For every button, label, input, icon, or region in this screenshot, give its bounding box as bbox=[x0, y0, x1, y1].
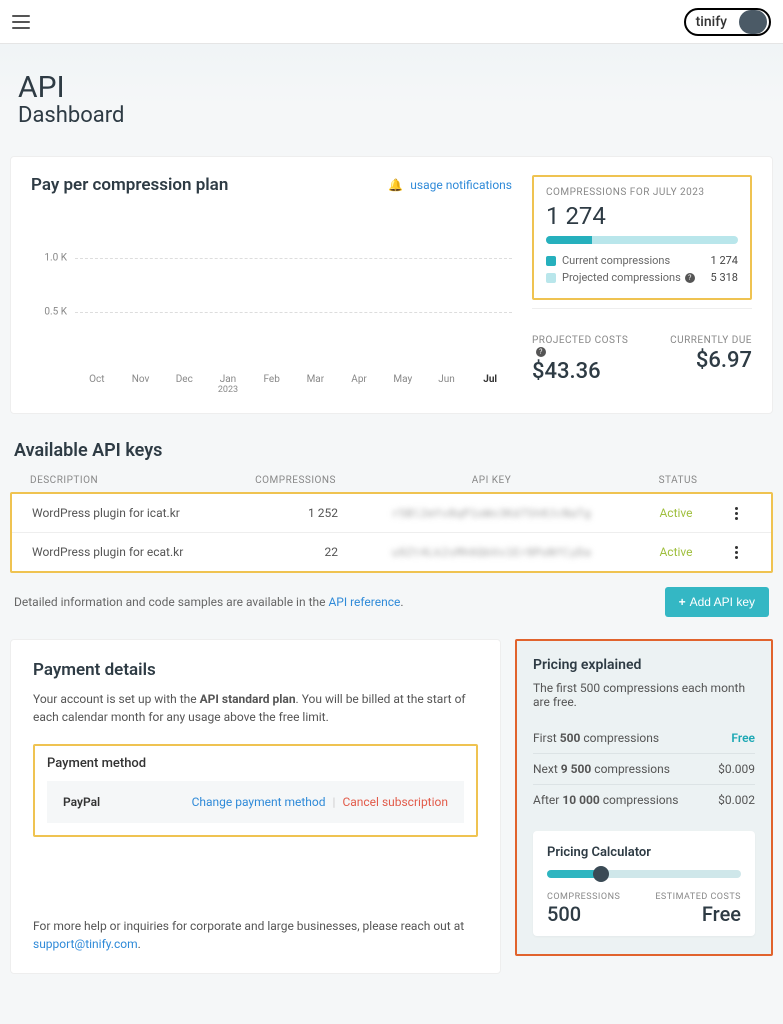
pricing-calculator: Pricing Calculator COMPRESSIONS 500 ESTI… bbox=[533, 831, 755, 936]
info-icon[interactable]: ? bbox=[536, 347, 546, 357]
plus-icon: + bbox=[679, 595, 686, 609]
x-tick-label: Feb bbox=[250, 374, 294, 395]
legend-current: Current compressions 1 274 bbox=[546, 254, 738, 267]
pricing-tier-row: First 500 compressionsFree bbox=[533, 723, 755, 754]
currently-due-label: CURRENTLY DUE bbox=[652, 335, 752, 346]
pricing-tier-row: Next 9 500 compressions$0.009 bbox=[533, 754, 755, 785]
key-value[interactable]: u9Zt4Lk2sMh6QbVx1Er8PoNfCyDa bbox=[352, 546, 631, 559]
x-tick-label: Oct bbox=[75, 374, 119, 395]
legend-projected-value: 5 318 bbox=[711, 271, 738, 284]
col-status: STATUS bbox=[633, 475, 723, 486]
costs-row: PROJECTED COSTS ? $43.36 CURRENTLY DUE $… bbox=[532, 335, 752, 384]
key-value[interactable]: r5Bl2mYv8qP1oWx3Kd7Sh0JcNaTg bbox=[352, 507, 631, 520]
page-subtitle: Dashboard bbox=[18, 103, 765, 128]
brand-label: tinify bbox=[686, 14, 737, 30]
legend-projected: Projected compressions ? 5 318 bbox=[546, 271, 738, 284]
cancel-subscription-link[interactable]: Cancel subscription bbox=[342, 795, 448, 809]
key-compressions: 1 252 bbox=[252, 506, 352, 520]
payment-details-title: Payment details bbox=[33, 660, 478, 680]
payment-method-name: PayPal bbox=[63, 795, 100, 809]
legend-projected-label: Projected compressions bbox=[562, 271, 681, 284]
x-tick-label: Jun bbox=[425, 374, 469, 395]
legend-current-label: Current compressions bbox=[562, 254, 670, 267]
legend-current-value: 1 274 bbox=[711, 254, 738, 267]
change-payment-method-link[interactable]: Change payment method bbox=[192, 795, 326, 809]
col-description: DESCRIPTION bbox=[30, 475, 250, 486]
info-icon[interactable]: ? bbox=[685, 273, 695, 283]
pricing-tier-row: After 10 000 compressions$0.002 bbox=[533, 785, 755, 815]
compressions-progress bbox=[546, 236, 738, 244]
x-tick-label: Apr bbox=[337, 374, 381, 395]
api-reference-link[interactable]: API reference bbox=[328, 595, 400, 609]
payment-method-title: Payment method bbox=[47, 756, 464, 771]
payment-method-box: Payment method PayPal Change payment met… bbox=[33, 744, 478, 837]
pricing-calculator-title: Pricing Calculator bbox=[547, 845, 741, 860]
col-compressions: COMPRESSIONS bbox=[250, 475, 350, 486]
y-tick-label: 0.5 K bbox=[44, 307, 67, 318]
brand-badge[interactable]: tinify bbox=[684, 8, 771, 36]
kebab-menu-icon[interactable] bbox=[721, 507, 751, 520]
usage-notifications-label: usage notifications bbox=[410, 178, 512, 192]
brand-toggle-knob bbox=[739, 10, 767, 34]
col-apikey: API KEY bbox=[350, 475, 633, 486]
bell-icon: 🔔 bbox=[388, 178, 403, 192]
support-note: For more help or inquiries for corporate… bbox=[33, 917, 478, 953]
hamburger-menu-icon[interactable] bbox=[12, 15, 30, 29]
slider-thumb[interactable] bbox=[593, 866, 609, 882]
y-tick-label: 1.0 K bbox=[44, 252, 67, 263]
x-tick-label: May bbox=[381, 374, 425, 395]
legend-swatch-projected bbox=[546, 273, 556, 283]
topbar: tinify bbox=[0, 0, 783, 44]
projected-costs-value: $43.36 bbox=[532, 359, 632, 384]
x-tick-label: Mar bbox=[294, 374, 338, 395]
kebab-menu-icon[interactable] bbox=[721, 546, 751, 559]
pricing-explained-panel: Pricing explained The first 500 compress… bbox=[515, 639, 773, 956]
add-api-key-button[interactable]: +Add API key bbox=[665, 587, 769, 617]
compressions-caption: COMPRESSIONS FOR JULY 2023 bbox=[546, 187, 738, 198]
key-status: Active bbox=[631, 545, 721, 559]
key-status: Active bbox=[631, 506, 721, 520]
x-tick-label: Nov bbox=[119, 374, 163, 395]
api-keys-title: Available API keys bbox=[14, 440, 769, 461]
api-key-row: WordPress plugin for icat.kr1 252r5Bl2mY… bbox=[12, 494, 771, 532]
calc-compressions-value: 500 bbox=[547, 902, 620, 926]
legend-swatch-current bbox=[546, 256, 556, 266]
plan-panel: Pay per compression plan 🔔 usage notific… bbox=[10, 156, 773, 414]
calc-compressions-label: COMPRESSIONS bbox=[547, 892, 620, 902]
usage-notifications-link[interactable]: 🔔 usage notifications bbox=[388, 178, 512, 192]
usage-chart: 0.5 K1.0 K OctNovDecJan2023FebMarAprMayJ… bbox=[31, 205, 512, 395]
x-tick-label: Jul bbox=[468, 374, 512, 395]
page-header: API Dashboard bbox=[0, 44, 783, 146]
compressions-summary-box: COMPRESSIONS FOR JULY 2023 1 274 Current… bbox=[532, 175, 752, 300]
calc-cost-label: ESTIMATED COSTS bbox=[655, 892, 741, 902]
key-compressions: 22 bbox=[252, 545, 352, 559]
x-tick-label: Jan2023 bbox=[206, 374, 250, 395]
payment-details-desc: Your account is set up with the API stan… bbox=[33, 690, 478, 726]
compressions-total: 1 274 bbox=[546, 202, 738, 230]
pricing-slider[interactable] bbox=[547, 870, 741, 878]
currently-due-value: $6.97 bbox=[652, 348, 752, 373]
plan-title: Pay per compression plan bbox=[31, 175, 228, 195]
projected-costs-label: PROJECTED COSTS bbox=[532, 335, 628, 346]
support-email-link[interactable]: support@tinify.com bbox=[33, 937, 138, 951]
x-tick-label: Dec bbox=[162, 374, 206, 395]
pricing-subtitle: The first 500 compressions each month ar… bbox=[533, 681, 755, 709]
api-key-row: WordPress plugin for ecat.kr22u9Zt4Lk2sM… bbox=[12, 532, 771, 571]
calc-cost-value: Free bbox=[655, 902, 741, 926]
payment-details-panel: Payment details Your account is set up w… bbox=[10, 639, 501, 974]
api-keys-table: WordPress plugin for icat.kr1 252r5Bl2mY… bbox=[10, 492, 773, 573]
page-title: API bbox=[18, 70, 765, 105]
key-description: WordPress plugin for ecat.kr bbox=[32, 545, 252, 559]
pricing-title: Pricing explained bbox=[533, 657, 755, 673]
api-reference-note: Detailed information and code samples ar… bbox=[14, 595, 404, 609]
api-keys-header: DESCRIPTION COMPRESSIONS API KEY STATUS bbox=[10, 475, 773, 492]
key-description: WordPress plugin for icat.kr bbox=[32, 506, 252, 520]
